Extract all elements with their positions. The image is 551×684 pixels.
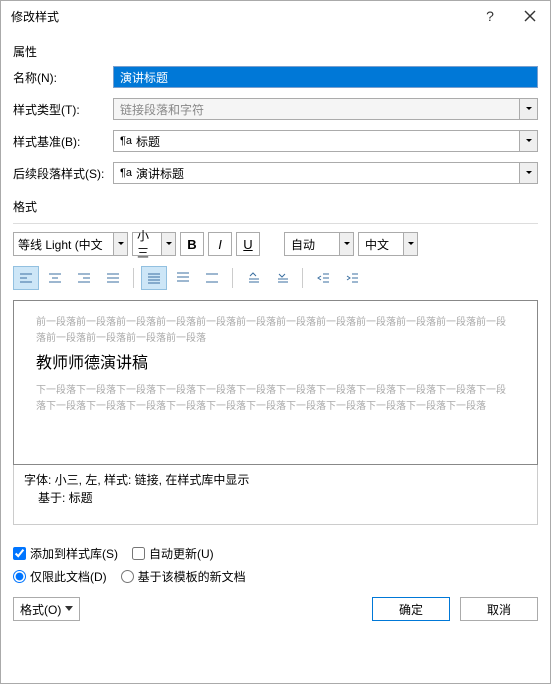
spacing-2-button[interactable] — [199, 266, 225, 290]
next-style-value: ¶a演讲标题 — [114, 165, 519, 182]
chevron-down-icon[interactable] — [403, 233, 417, 255]
add-to-gallery-label: 添加到样式库(S) — [30, 545, 118, 562]
separator — [133, 268, 134, 288]
spacing-1-5-button[interactable] — [170, 266, 196, 290]
desc-line-2: 基于: 标题 — [24, 489, 527, 507]
template-label: 基于该模板的新文档 — [138, 568, 246, 585]
desc-line-1: 字体: 小三, 左, 样式: 链接, 在样式库中显示 — [24, 471, 527, 489]
align-center-button[interactable] — [42, 266, 68, 290]
separator — [232, 268, 233, 288]
based-on-value: ¶a标题 — [114, 133, 519, 150]
template-input[interactable] — [121, 570, 134, 583]
auto-update-label: 自动更新(U) — [149, 545, 214, 562]
preview-before-text: 前一段落前一段落前一段落前一段落前一段落前一段落前一段落前一段落前一段落前一段落… — [36, 315, 515, 347]
close-icon — [524, 10, 536, 22]
next-style-label: 后续段落样式(S): — [13, 165, 113, 182]
this-doc-radio[interactable]: 仅限此文档(D) — [13, 568, 107, 585]
bold-button[interactable]: B — [180, 232, 204, 256]
font-size-dropdown[interactable]: 小三 — [132, 232, 176, 256]
pilcrow-icon: ¶a — [120, 135, 132, 147]
chevron-down-icon — [519, 99, 537, 119]
indent-inc-button[interactable] — [339, 266, 365, 290]
chevron-down-icon[interactable] — [161, 233, 175, 255]
style-type-dropdown: 链接段落和字符 — [113, 98, 538, 120]
style-description: 字体: 小三, 左, 样式: 链接, 在样式库中显示 基于: 标题 — [13, 465, 538, 525]
chevron-down-icon[interactable] — [519, 131, 537, 151]
this-doc-input[interactable] — [13, 570, 26, 583]
caret-down-icon — [65, 606, 73, 612]
help-button[interactable]: ? — [470, 1, 510, 31]
section-format: 格式 — [13, 198, 538, 215]
language-value: 中文 — [359, 236, 403, 253]
spacing-1-button[interactable] — [141, 266, 167, 290]
align-justify-button[interactable] — [100, 266, 126, 290]
separator — [302, 268, 303, 288]
language-dropdown[interactable]: 中文 — [358, 232, 418, 256]
space-before-dec-button[interactable] — [269, 266, 295, 290]
chevron-down-icon[interactable] — [339, 233, 353, 255]
preview-after-text: 下一段落下一段落下一段落下一段落下一段落下一段落下一段落下一段落下一段落下一段落… — [36, 383, 515, 415]
underline-button[interactable]: U — [236, 232, 260, 256]
chevron-down-icon[interactable] — [113, 233, 127, 255]
font-color-value: 自动 — [285, 236, 339, 253]
close-button[interactable] — [510, 1, 550, 31]
auto-update-input[interactable] — [132, 547, 145, 560]
template-radio[interactable]: 基于该模板的新文档 — [121, 568, 246, 585]
font-color-dropdown[interactable]: 自动 — [284, 232, 354, 256]
align-right-button[interactable] — [71, 266, 97, 290]
style-type-label: 样式类型(T): — [13, 101, 113, 118]
this-doc-label: 仅限此文档(D) — [30, 568, 107, 585]
format-menu-label: 格式(O) — [20, 601, 61, 618]
style-type-value: 链接段落和字符 — [114, 101, 519, 118]
preview-pane: 前一段落前一段落前一段落前一段落前一段落前一段落前一段落前一段落前一段落前一段落… — [13, 300, 538, 465]
align-left-button[interactable] — [13, 266, 39, 290]
section-properties: 属性 — [13, 43, 538, 60]
based-on-label: 样式基准(B): — [13, 133, 113, 150]
italic-button[interactable]: I — [208, 232, 232, 256]
based-on-dropdown[interactable]: ¶a标题 — [113, 130, 538, 152]
add-to-gallery-checkbox[interactable]: 添加到样式库(S) — [13, 545, 118, 562]
chevron-down-icon[interactable] — [519, 163, 537, 183]
ok-button[interactable]: 确定 — [372, 597, 450, 621]
font-family-dropdown[interactable]: 等线 Light (中文 — [13, 232, 128, 256]
cancel-button[interactable]: 取消 — [460, 597, 538, 621]
indent-dec-button[interactable] — [310, 266, 336, 290]
font-size-value: 小三 — [133, 227, 161, 261]
next-style-dropdown[interactable]: ¶a演讲标题 — [113, 162, 538, 184]
dialog-title: 修改样式 — [11, 8, 470, 25]
name-input[interactable] — [113, 66, 538, 88]
auto-update-checkbox[interactable]: 自动更新(U) — [132, 545, 214, 562]
preview-sample-text: 教师师德演讲稿 — [36, 351, 515, 377]
pilcrow-icon: ¶a — [120, 167, 132, 179]
space-before-inc-button[interactable] — [240, 266, 266, 290]
name-label: 名称(N): — [13, 69, 113, 86]
font-family-value: 等线 Light (中文 — [14, 236, 113, 253]
add-to-gallery-input[interactable] — [13, 547, 26, 560]
format-menu-button[interactable]: 格式(O) — [13, 597, 80, 621]
